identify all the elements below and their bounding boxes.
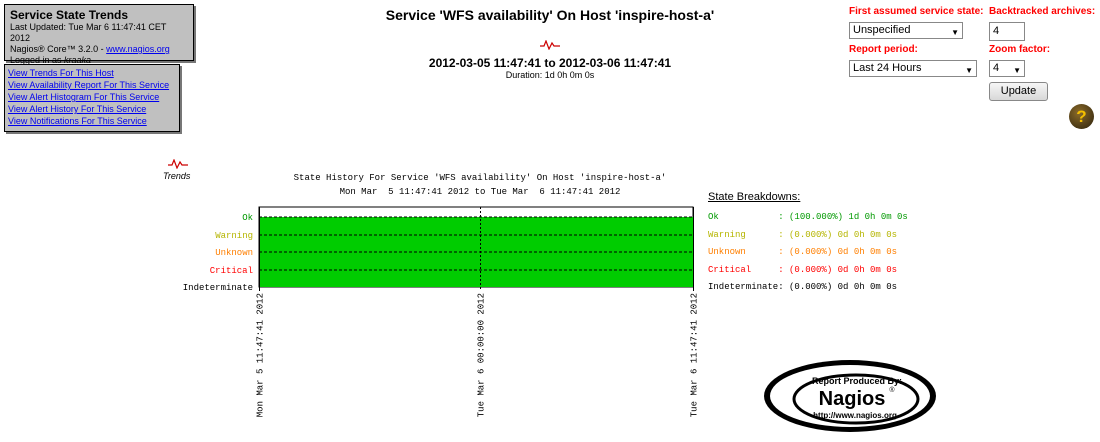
- breakdown-row: Indeterminate: (0.000%) 0d 0h 0m 0s: [708, 282, 898, 292]
- state-label: Indeterminate: [183, 283, 253, 293]
- report-period-value: Last 24 Hours: [853, 62, 922, 74]
- svg-text:®: ®: [889, 386, 895, 394]
- first-state-value: Unspecified: [853, 24, 911, 36]
- state-label: Warning: [215, 231, 253, 241]
- update-button[interactable]: Update: [989, 82, 1048, 101]
- x-tick-label: Tue Mar 6 11:47:41 2012: [690, 293, 700, 417]
- breakdown-row: Warning : (0.000%) 0d 0h 0m 0s: [708, 230, 898, 240]
- link-alert-history[interactable]: View Alert History For This Service: [8, 103, 176, 115]
- state-label: Critical: [210, 266, 253, 276]
- badge-brand: Nagios: [819, 388, 886, 410]
- backtracked-input[interactable]: 4: [989, 22, 1025, 41]
- last-updated: Last Updated: Tue Mar 6 11:47:41 CET 201…: [10, 22, 167, 43]
- chart-subtitle: Mon Mar 5 11:47:41 2012 to Tue Mar 6 11:…: [339, 187, 621, 197]
- first-state-select[interactable]: Unspecified ▼: [849, 22, 963, 39]
- state-segment: [259, 217, 693, 287]
- breakdown-row: Critical : (0.000%) 0d 0h 0m 0s: [708, 265, 898, 275]
- backtracked-label: Backtracked archives:: [989, 6, 1096, 17]
- chart-title: State History For Service 'WFS availabil…: [293, 173, 667, 183]
- nagios-logo: Report Produced By: Nagios ® http://www.…: [764, 360, 936, 432]
- core-version: Nagios® Core™ 3.2.0 - www.nagios.org: [10, 44, 188, 55]
- breakdown-row: Ok : (100.000%) 1d 0h 0m 0s: [708, 212, 908, 222]
- nagios-site-link[interactable]: www.nagios.org: [106, 44, 170, 54]
- report-period-select[interactable]: Last 24 Hours ▼: [849, 60, 977, 77]
- badge-url: http://www.nagios.org: [813, 411, 897, 420]
- zoom-value: 4: [993, 62, 1000, 74]
- link-notifications[interactable]: View Notifications For This Service: [8, 115, 176, 127]
- state-breakdowns-title: State Breakdowns:: [708, 191, 801, 203]
- x-tick-label: Tue Mar 6 00:00:00 2012: [477, 293, 487, 417]
- dropdown-arrow-icon: ▼: [951, 28, 959, 37]
- chart-plot-area: [258, 206, 694, 288]
- first-state-label: First assumed service state:: [849, 6, 984, 17]
- x-tick-label: Mon Mar 5 11:47:41 2012: [256, 293, 266, 417]
- dropdown-arrow-icon: ▼: [1013, 66, 1021, 75]
- zoom-label: Zoom factor:: [989, 44, 1051, 55]
- zoom-select[interactable]: 4 ▼: [989, 60, 1025, 77]
- link-alert-histogram[interactable]: View Alert Histogram For This Service: [8, 91, 176, 103]
- state-label: Unknown: [215, 248, 253, 258]
- badge-produced-by: Report Produced By:: [812, 376, 902, 386]
- dropdown-arrow-icon: ▼: [965, 66, 973, 75]
- help-icon[interactable]: ?: [1069, 104, 1094, 129]
- state-label: Ok: [242, 213, 253, 223]
- trends-label: Trends: [163, 171, 191, 181]
- trends-small-icon: [540, 40, 560, 50]
- report-period-label: Report period:: [849, 44, 918, 55]
- breakdown-row: Unknown : (0.000%) 0d 0h 0m 0s: [708, 247, 898, 257]
- core-version-text: Nagios® Core™ 3.2.0 -: [10, 44, 107, 54]
- link-availability-report[interactable]: View Availability Report For This Servic…: [8, 79, 176, 91]
- trends-icon: [168, 159, 188, 169]
